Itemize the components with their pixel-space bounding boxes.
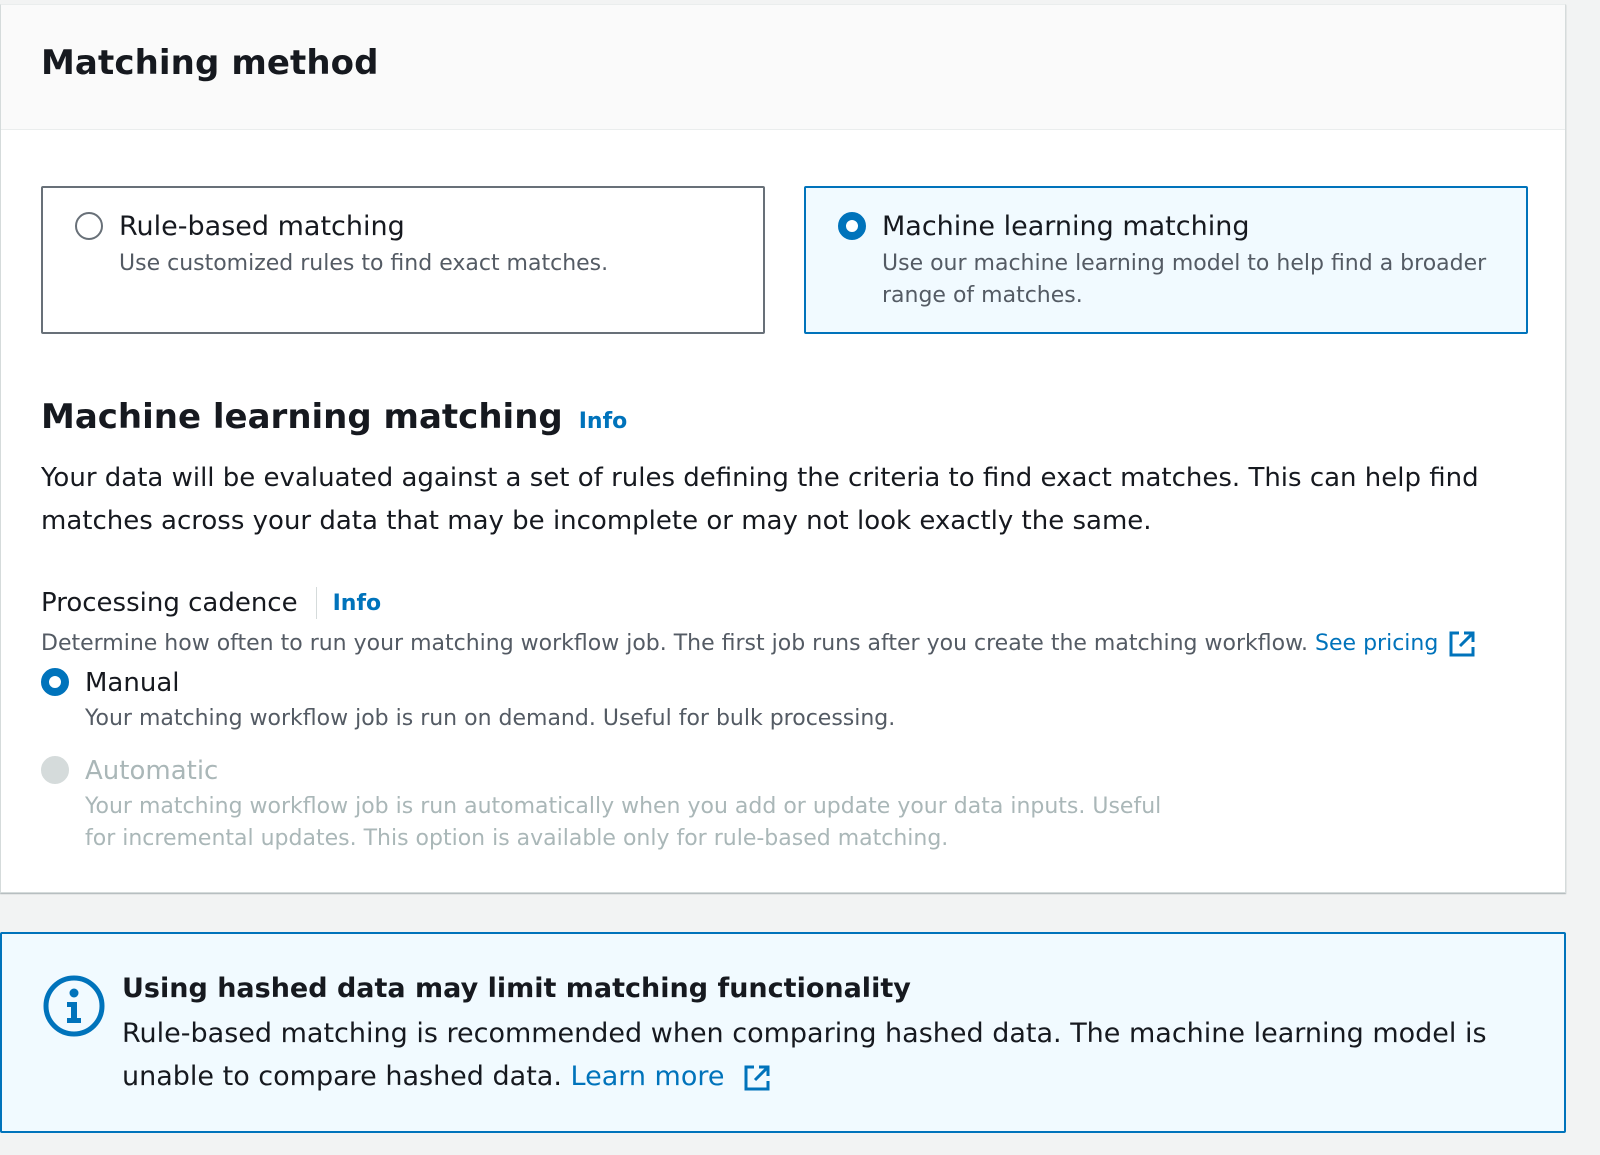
rule-based-radio[interactable] bbox=[75, 212, 103, 240]
option-label: Manual bbox=[85, 668, 180, 698]
processing-cadence-field: Processing cadence Info Determine how of… bbox=[41, 585, 1541, 855]
field-description: Determine how often to run your matching… bbox=[41, 625, 1541, 663]
external-link-icon[interactable] bbox=[1448, 630, 1476, 658]
manual-radio[interactable] bbox=[41, 668, 69, 696]
tile-label: Machine learning matching bbox=[882, 211, 1250, 242]
tile-machine-learning-matching[interactable]: Machine learning matching Use our machin… bbox=[804, 186, 1528, 334]
option-description: Your matching workflow job is run automa… bbox=[85, 794, 1162, 851]
container-header: Matching method bbox=[1, 5, 1565, 130]
tile-description: Use our machine learning model to help f… bbox=[882, 251, 1487, 308]
alert-body: Rule-based matching is recommended when … bbox=[122, 1012, 1522, 1098]
section-header: Machine learning matching Info bbox=[41, 397, 627, 437]
option-description: Your matching workflow job is run on dem… bbox=[85, 706, 896, 731]
cadence-option-manual[interactable]: Manual Your matching workflow job is run… bbox=[41, 665, 1541, 735]
tile-description: Use customized rules to find exact match… bbox=[119, 251, 609, 276]
alert-content: Using hashed data may limit matching fun… bbox=[122, 970, 1522, 1131]
tile-rule-based-matching[interactable]: Rule-based matching Use customized rules… bbox=[41, 186, 765, 334]
learn-more-link[interactable]: Learn more bbox=[571, 1061, 725, 1092]
machine-learning-radio[interactable] bbox=[838, 212, 866, 240]
external-link-icon[interactable] bbox=[743, 1064, 771, 1092]
section-info-link[interactable]: Info bbox=[579, 409, 628, 434]
field-description-text: Determine how often to run your matching… bbox=[41, 631, 1309, 656]
section-title: Machine learning matching bbox=[41, 397, 563, 437]
field-label: Processing cadence bbox=[41, 588, 298, 618]
info-circle-icon bbox=[43, 975, 105, 1037]
tile-label: Rule-based matching bbox=[119, 211, 405, 242]
section-description: Your data will be evaluated against a se… bbox=[41, 463, 1479, 536]
alert-body-text: Rule-based matching is recommended when … bbox=[122, 1018, 1487, 1092]
option-label: Automatic bbox=[85, 756, 219, 786]
container-title: Matching method bbox=[41, 43, 379, 83]
matching-method-tiles: Rule-based matching Use customized rules… bbox=[41, 186, 1529, 334]
cadence-option-automatic: Automatic Your matching workflow job is … bbox=[41, 753, 1541, 855]
alert-title: Using hashed data may limit matching fun… bbox=[122, 973, 911, 1004]
label-divider bbox=[315, 587, 317, 619]
see-pricing-link[interactable]: See pricing bbox=[1315, 625, 1438, 663]
info-alert: Using hashed data may limit matching fun… bbox=[0, 932, 1566, 1133]
automatic-radio bbox=[41, 756, 69, 784]
field-info-link[interactable]: Info bbox=[333, 591, 382, 616]
matching-method-container: Matching method Rule-based matching Use … bbox=[0, 4, 1566, 893]
